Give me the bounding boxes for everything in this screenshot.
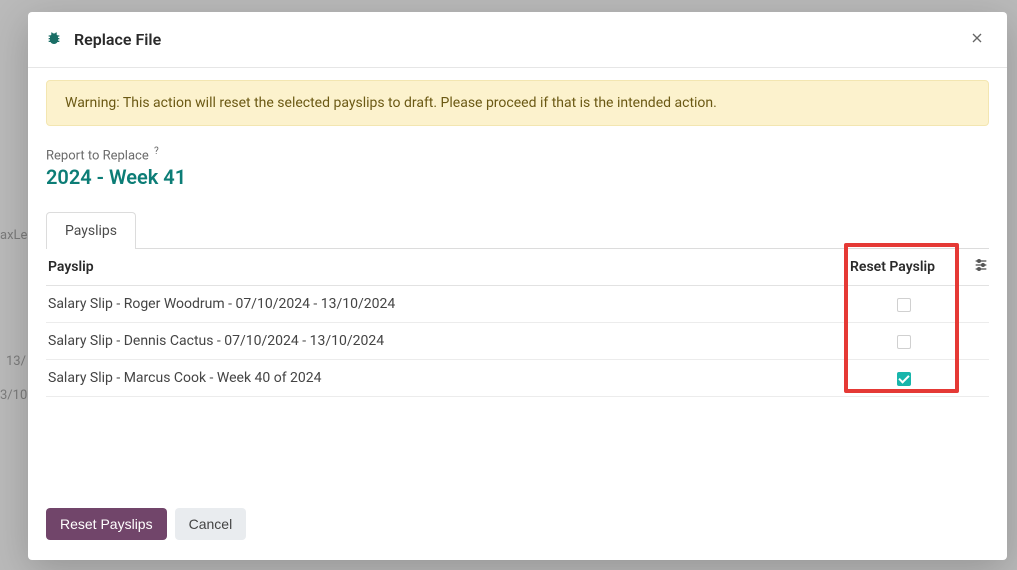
- warning-banner: Warning: This action will reset the sele…: [46, 80, 989, 126]
- report-name-link[interactable]: 2024 - Week 41: [46, 165, 989, 189]
- payslip-cell: Salary Slip - Marcus Cook - Week 40 of 2…: [46, 360, 799, 397]
- table-wrap: Payslip Reset Payslip Salary Slip - Roge…: [46, 249, 989, 397]
- table-row[interactable]: Salary Slip - Dennis Cactus - 07/10/2024…: [46, 323, 989, 360]
- payslip-cell: Salary Slip - Dennis Cactus - 07/10/2024…: [46, 323, 799, 360]
- bug-icon: [46, 30, 62, 50]
- modal-title: Replace File: [74, 30, 161, 49]
- reset-checkbox[interactable]: [897, 335, 911, 349]
- sliders-icon: [973, 258, 989, 277]
- modal-footer: Reset Payslips Cancel: [28, 494, 1007, 560]
- reset-checkbox[interactable]: [897, 372, 911, 386]
- reset-cell: [799, 286, 989, 323]
- tabs: Payslips: [46, 211, 989, 249]
- payslips-table: Payslip Reset Payslip Salary Slip - Roge…: [46, 249, 989, 397]
- table-row[interactable]: Salary Slip - Roger Woodrum - 07/10/2024…: [46, 286, 989, 323]
- modal-body: Warning: This action will reset the sele…: [28, 68, 1007, 494]
- reset-cell: [799, 323, 989, 360]
- cancel-button[interactable]: Cancel: [175, 508, 247, 540]
- help-icon[interactable]: ?: [154, 146, 159, 157]
- replace-file-modal: Replace File Warning: This action will r…: [28, 12, 1007, 560]
- reset-payslips-button[interactable]: Reset Payslips: [46, 508, 167, 540]
- col-header-payslip: Payslip: [46, 249, 799, 286]
- table-settings-button[interactable]: [973, 257, 989, 277]
- payslip-cell: Salary Slip - Roger Woodrum - 07/10/2024…: [46, 286, 799, 323]
- reset-cell: [799, 360, 989, 397]
- table-row[interactable]: Salary Slip - Marcus Cook - Week 40 of 2…: [46, 360, 989, 397]
- modal-title-wrap: Replace File: [46, 30, 161, 50]
- field-label: Report to Replace ?: [46, 146, 989, 163]
- close-button[interactable]: [965, 26, 989, 53]
- tab-payslips[interactable]: Payslips: [46, 212, 136, 249]
- close-icon: [969, 34, 985, 49]
- col-header-reset: Reset Payslip: [799, 249, 989, 286]
- modal-header: Replace File: [28, 12, 1007, 67]
- reset-checkbox[interactable]: [897, 298, 911, 312]
